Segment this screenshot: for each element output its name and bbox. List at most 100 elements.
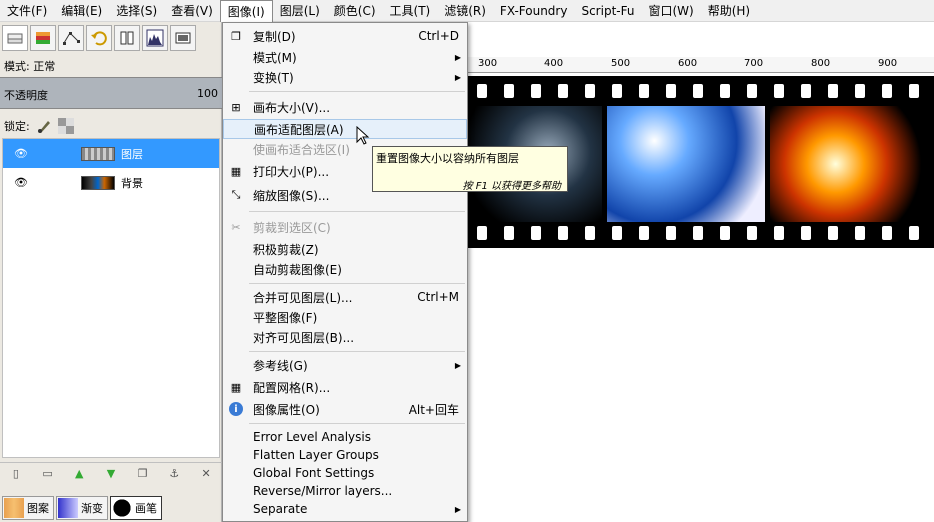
tab-paths[interactable] [58,25,84,51]
menu-item-global-font-settings[interactable]: Global Font Settings [223,463,467,483]
menu-tools[interactable]: 工具(T) [383,0,438,22]
paths-icon [63,32,80,45]
tab-histogram[interactable] [142,25,168,51]
menu-item-image-properties[interactable]: i 图像属性(O) Alt+回车 [223,399,467,419]
menu-item-fit-canvas-to-layers[interactable]: 画布适配图层(A) [223,119,467,139]
menu-item-label: 积极剪裁(Z) [253,242,319,257]
tab-images[interactable] [170,25,196,51]
print-size-icon: ▦ [230,164,242,178]
menu-item-label: 模式(M) [253,50,297,65]
film-sprocket-hole [477,84,487,98]
film-sprocket-hole [585,84,595,98]
film-sprocket-hole [882,84,892,98]
anchor-layer-icon[interactable]: ⚓ [167,467,181,481]
film-sprocket-hole [558,84,568,98]
menu-item-label: 平整图像(F) [253,310,318,325]
menu-item-shortcut: Ctrl+D [418,29,459,43]
tab-layers[interactable] [2,25,28,51]
lower-layer-icon[interactable]: ▼ [104,467,118,481]
menu-edit[interactable]: 编辑(E) [54,0,109,22]
tab-brushes[interactable]: 画笔 [110,496,162,520]
menu-item-flatten-layer-groups[interactable]: Flatten Layer Groups [223,445,467,465]
menu-view[interactable]: 查看(V) [164,0,220,22]
grid-icon: ▦ [230,380,242,394]
visibility-eye-icon[interactable]: 👁 [11,147,31,160]
snow-globe-photo [607,106,765,222]
layer-row-1[interactable]: 👁 图层 [3,139,219,168]
info-icon: i [229,402,243,416]
menu-item-label: Separate [253,502,308,516]
opacity-label: 不透明度 [4,89,48,102]
layer-name: 图层 [121,147,143,161]
menubar: 文件(F) 编辑(E) 选择(S) 查看(V) 图像(I) 图层(L) 颜色(C… [0,0,934,22]
menu-item-canvas-size[interactable]: ⊞ 画布大小(V)... [223,97,467,117]
film-sprocket-hole [666,226,676,240]
menu-item-label: 配置网格(R)... [253,380,331,395]
ruler-tick: 700 [744,58,764,69]
film-sprocket-hole [531,84,541,98]
opacity-value: 100 [197,87,218,100]
menu-item-configure-grid[interactable]: ▦ 配置网格(R)... [223,377,467,397]
menu-item-zealous-crop[interactable]: 积极剪裁(Z) [223,239,467,259]
device-icon [120,31,134,45]
menu-image[interactable]: 图像(I) [219,0,273,22]
menu-item-autocrop-image[interactable]: 自动剪裁图像(E) [223,259,467,279]
menu-item-align-visible-layers[interactable]: 对齐可见图层(B)... [223,327,467,347]
menu-separator [249,211,465,212]
ruler-tick: 800 [811,58,831,69]
menu-item-shortcut: Alt+回车 [408,402,459,417]
film-sprocket-hole [801,226,811,240]
menu-item-label: 打印大小(P)... [253,164,330,179]
menu-windows[interactable]: 窗口(W) [641,0,700,22]
menu-item-duplicate[interactable]: ❐ 复制(D) Ctrl+D [223,26,467,46]
histogram-icon [146,29,164,47]
film-sprocket-hole [693,226,703,240]
menu-item-label: 剪裁到选区(C) [253,220,331,235]
menu-item-transform[interactable]: 变换(T) ▶ [223,67,467,87]
menu-item-label: 变换(T) [253,70,294,85]
film-sprocket-hole [882,226,892,240]
menu-item-guides[interactable]: 参考线(G) ▶ [223,355,467,375]
delete-layer-icon[interactable]: ✕ [199,467,213,481]
lock-paint-brush-icon[interactable] [36,118,52,134]
tab-gradients[interactable]: 渐变 [56,496,108,520]
menu-item-flatten-image[interactable]: 平整图像(F) [223,307,467,327]
film-sprocket-hole [477,226,487,240]
layer-mode[interactable]: 模式: 正常 [4,58,55,74]
menu-fx-foundry[interactable]: FX-Foundry [493,0,575,22]
menu-help[interactable]: 帮助(H) [701,0,757,22]
raise-layer-icon[interactable]: ▲ [72,467,86,481]
ruler-tick: 900 [878,58,898,69]
tab-patterns[interactable]: 图案 [2,496,54,520]
lock-alpha-checker-icon[interactable] [57,118,74,134]
menu-item-mode[interactable]: 模式(M) ▶ [223,47,467,67]
menu-layer[interactable]: 图层(L) [273,0,327,22]
menu-filters[interactable]: 滤镜(R) [437,0,493,22]
menu-script-fu[interactable]: Script-Fu [574,0,641,22]
tab-channels[interactable] [30,25,56,51]
ruler-tick: 400 [544,58,564,69]
duplicate-layer-icon[interactable]: ❐ [136,467,150,481]
menu-file[interactable]: 文件(F) [0,0,54,22]
menu-colors[interactable]: 颜色(C) [327,0,383,22]
layer-row-2[interactable]: 👁 背景 [3,168,219,197]
film-sprocket-hole [747,84,757,98]
menu-select[interactable]: 选择(S) [109,0,164,22]
new-group-icon[interactable]: ▭ [41,467,55,481]
menu-item-separate[interactable]: Separate ▶ [223,499,467,519]
duplicate-icon: ❐ [231,29,241,43]
tab-undo-history[interactable] [86,25,112,51]
film-sprocket-hole [558,226,568,240]
menu-item-error-level-analysis[interactable]: Error Level Analysis [223,427,467,447]
film-sprocket-hole [693,84,703,98]
menu-item-merge-visible-layers[interactable]: 合并可见图层(L)... Ctrl+M [223,287,467,307]
new-layer-icon[interactable]: ▯ [9,467,23,481]
submenu-arrow-icon: ▶ [454,52,461,62]
layers-list: 👁 图层 👁 背景 [2,138,220,458]
opacity-slider[interactable]: 不透明度 100 [0,77,222,109]
visibility-eye-icon[interactable]: 👁 [11,176,31,189]
tab-label: 画笔 [135,502,157,515]
menu-item-reverse-mirror-layers[interactable]: Reverse/Mirror layers... [223,481,467,501]
tab-device-status[interactable] [114,25,140,51]
ruler-tick: 500 [611,58,631,69]
